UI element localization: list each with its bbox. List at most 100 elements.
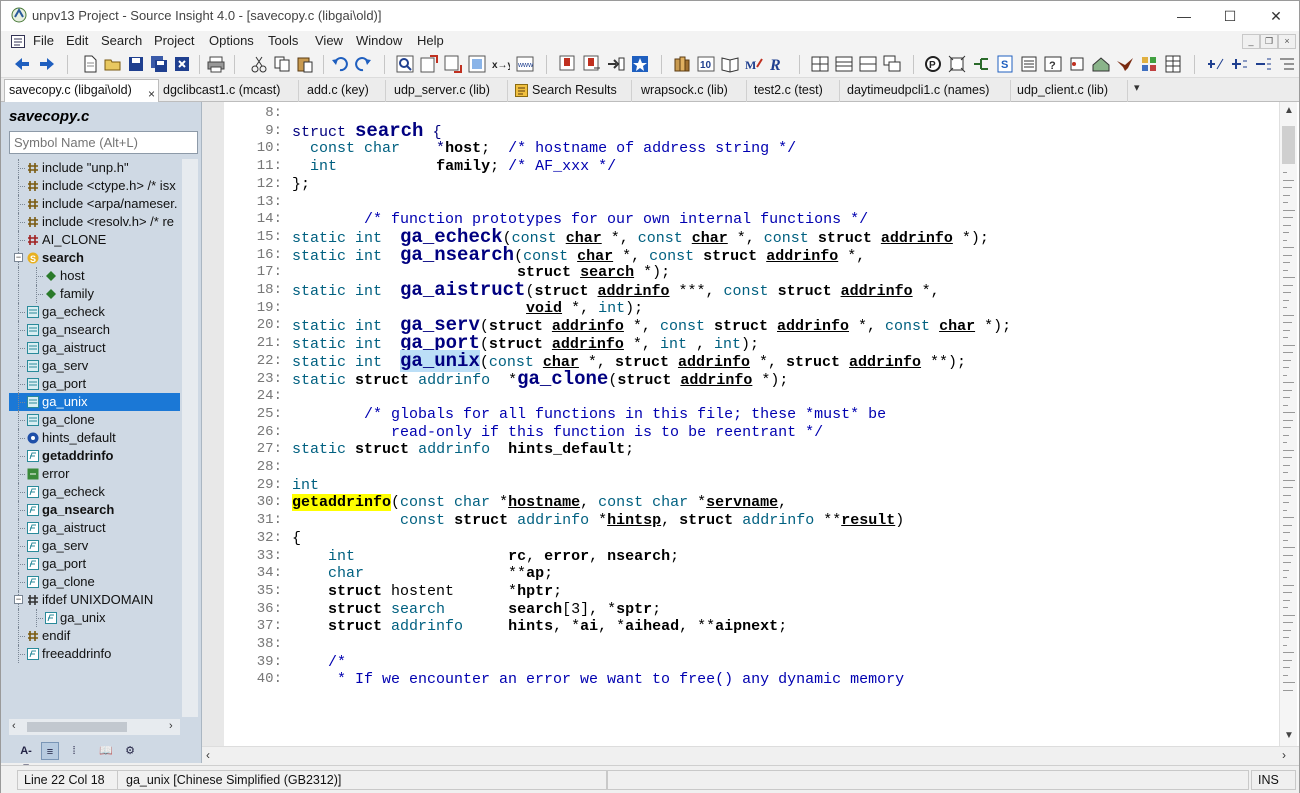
mdi-minimize-button[interactable]: _ <box>1242 34 1260 49</box>
cascade-windows-icon[interactable] <box>883 55 901 73</box>
zoom-in-icon[interactable] <box>1206 55 1224 73</box>
bookmark-icon[interactable] <box>631 55 649 73</box>
symbol-tree-item[interactable]: include <arpa/nameser. <box>9 195 180 213</box>
symbol-tree-item[interactable]: AI_CLONE <box>9 231 180 249</box>
symbol-window-icon[interactable]: S <box>996 55 1014 73</box>
symbol-tree-item[interactable]: host <box>9 267 180 285</box>
bird-icon[interactable] <box>1116 55 1134 73</box>
list-view-button[interactable]: ≡ <box>41 742 59 760</box>
tab-add[interactable]: add.c (key) <box>303 80 386 102</box>
symbol-tree-item[interactable]: freeaddrinfo <box>9 645 180 663</box>
new-file-icon[interactable] <box>81 55 99 73</box>
replace-icon[interactable]: x→y <box>492 55 510 73</box>
symbol-tree-item[interactable]: family <box>9 285 180 303</box>
forward-icon[interactable] <box>38 55 56 73</box>
project-window-icon[interactable] <box>1020 55 1038 73</box>
editor-scroll-thumb[interactable] <box>1282 126 1295 164</box>
symbol-tree-item[interactable]: ga_unix <box>9 609 180 627</box>
menu-search[interactable]: Search <box>101 33 142 48</box>
tab-test2[interactable]: test2.c (test) <box>750 80 840 102</box>
symbol-tree-item[interactable]: endif <box>9 627 180 645</box>
scroll-left-icon[interactable]: ‹ <box>12 720 16 732</box>
save-icon[interactable] <box>127 55 145 73</box>
collapse-toggle[interactable]: − <box>14 595 23 604</box>
sort-alpha-button[interactable]: A-Z <box>17 742 35 775</box>
symbol-tree-horizontal-scrollbar[interactable]: ‹ › <box>9 719 180 735</box>
close-button[interactable]: ✕ <box>1253 1 1299 31</box>
browse-icon[interactable] <box>1068 55 1086 73</box>
relation-window-icon[interactable] <box>972 55 990 73</box>
symbol-settings-button[interactable]: ⚙ <box>121 742 139 760</box>
scroll-right-icon[interactable]: › <box>169 720 173 732</box>
tab-wrapsock[interactable]: wrapsock.c (lib) <box>637 80 747 102</box>
menu-options[interactable]: Options <box>209 33 254 48</box>
editor-horizontal-scrollbar[interactable]: ‹ › <box>202 746 1299 763</box>
symbol-tree-item[interactable]: ga_clone <box>9 573 180 591</box>
symbol-tree-item[interactable]: ga_nsearch <box>9 321 180 339</box>
relation-icon[interactable]: R <box>769 55 787 73</box>
project-icon[interactable] <box>673 55 691 73</box>
layout-rows-icon[interactable] <box>835 55 853 73</box>
symbol-tree-item[interactable]: ga_echeck <box>9 303 180 321</box>
back-icon[interactable] <box>13 55 31 73</box>
redo-icon[interactable] <box>354 55 372 73</box>
menu-tools[interactable]: Tools <box>268 33 298 48</box>
cut-icon[interactable] <box>250 55 268 73</box>
symbol-tree-item[interactable]: − ifdef UNIXDOMAIN <box>9 591 180 609</box>
symbol-tree-item[interactable]: ga_echeck <box>9 483 180 501</box>
preferences-icon[interactable]: P <box>924 55 942 73</box>
close-file-icon[interactable] <box>173 55 191 73</box>
symbol-tree-item[interactable]: ga_unix <box>9 393 180 411</box>
layout-grid-icon[interactable] <box>811 55 829 73</box>
undo-icon[interactable] <box>331 55 349 73</box>
search-files-icon[interactable] <box>468 55 486 73</box>
find-next-icon[interactable] <box>444 55 462 73</box>
menu-edit[interactable]: Edit <box>66 33 88 48</box>
find-previous-icon[interactable] <box>420 55 438 73</box>
tab-list-dropdown[interactable]: ▾ <box>1134 81 1140 94</box>
scroll-up-icon[interactable]: ▲ <box>1284 105 1294 116</box>
maximize-button[interactable]: ☐ <box>1207 1 1253 31</box>
copy-icon[interactable] <box>273 55 291 73</box>
source-editor[interactable]: 8: 9: struct search {10: const char *host;… <box>202 102 1299 763</box>
tab-savecopy[interactable]: savecopy.c (libgai\old) × <box>4 79 159 102</box>
symbol-tree-item[interactable]: ga_clone <box>9 411 180 429</box>
window-list-icon[interactable] <box>1164 55 1182 73</box>
menu-file[interactable]: File <box>33 33 54 48</box>
symbol-tree-item[interactable]: include <ctype.h> /* isx <box>9 177 180 195</box>
symbol-tree-item[interactable]: include "unp.h" <box>9 159 180 177</box>
layout-split-icon[interactable] <box>859 55 877 73</box>
search-web-icon[interactable]: www <box>516 55 534 73</box>
book-icon[interactable] <box>721 55 739 73</box>
tab-close-icon[interactable]: × <box>148 84 155 102</box>
symbol-info-icon[interactable]: 10 <box>697 55 715 73</box>
tile-icon[interactable] <box>1140 55 1158 73</box>
system-menu-icon[interactable] <box>11 35 25 48</box>
scroll-down-icon[interactable]: ▼ <box>1284 730 1294 741</box>
collapse-icon[interactable] <box>1254 55 1272 73</box>
save-all-icon[interactable] <box>150 55 168 73</box>
tab-udp-server[interactable]: udp_server.c (lib) <box>390 80 508 102</box>
tab-udp-client[interactable]: udp_client.c (lib) <box>1013 80 1128 102</box>
find-icon[interactable] <box>396 55 414 73</box>
collapse-toggle[interactable]: − <box>14 253 23 262</box>
help-window-icon[interactable]: ? <box>1044 55 1062 73</box>
scroll-right-icon[interactable]: › <box>1282 748 1286 762</box>
code-area[interactable]: 8: 9: struct search {10: const char *host;… <box>224 102 1276 746</box>
call-tree-icon[interactable]: M <box>745 55 763 73</box>
editor-vertical-scrollbar[interactable]: ▲ ▼ <box>1279 102 1297 746</box>
category-view-button[interactable]: ⁞ <box>65 742 83 760</box>
minimize-button[interactable]: — <box>1161 1 1207 31</box>
tab-dgclibcast1[interactable]: dgclibcast1.c (mcast) <box>159 80 299 102</box>
symbol-tree-item[interactable]: ga_serv <box>9 357 180 375</box>
mdi-close-button[interactable]: × <box>1278 34 1296 49</box>
symbol-tree-item[interactable]: ga_nsearch <box>9 501 180 519</box>
scroll-thumb[interactable] <box>27 722 127 732</box>
symbol-tree-item[interactable]: getaddrinfo <box>9 447 180 465</box>
tab-daytimeudpcli1[interactable]: daytimeudpcli1.c (names) <box>843 80 1011 102</box>
jump-to-line-icon[interactable] <box>607 55 625 73</box>
symbol-tree-item[interactable]: hints_default <box>9 429 180 447</box>
symbol-book-button[interactable]: 📖 <box>97 742 115 760</box>
symbol-tree-item[interactable]: ga_port <box>9 375 180 393</box>
scroll-left-icon[interactable]: ‹ <box>206 748 210 762</box>
